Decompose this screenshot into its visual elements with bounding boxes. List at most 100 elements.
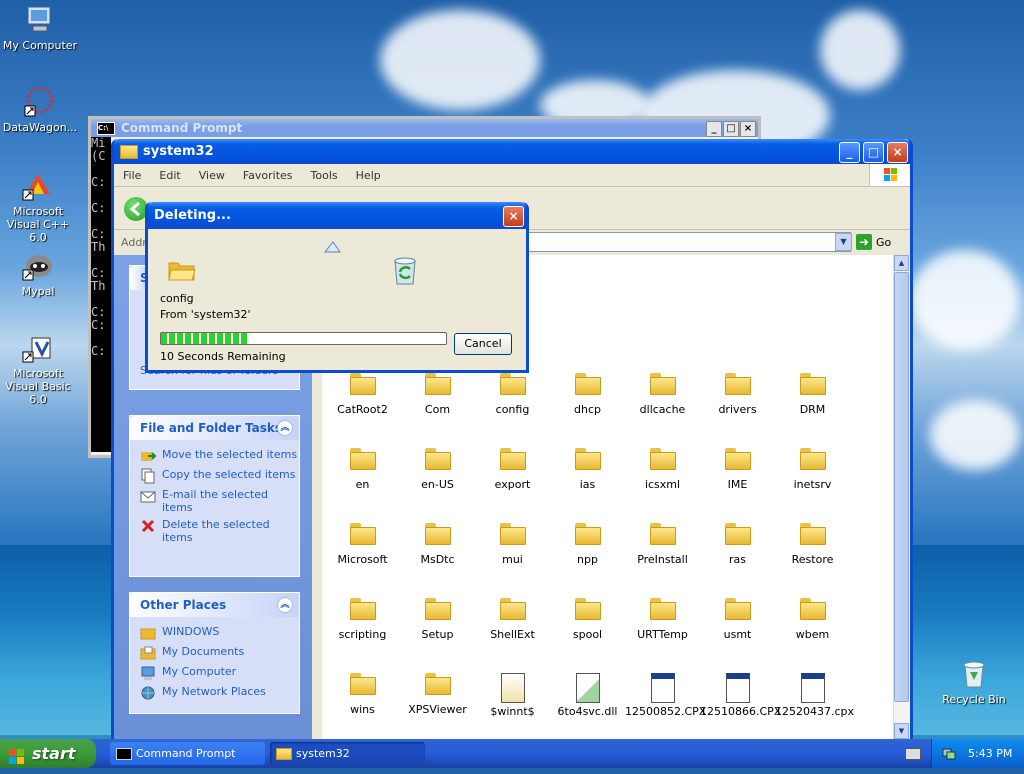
task-email[interactable]: E-mail the selected items <box>140 488 299 514</box>
file-label: usmt <box>723 628 752 641</box>
file-item[interactable]: wins <box>325 673 400 716</box>
deleting-dialog[interactable]: Deleting... × config From 'system32' 10 … <box>145 202 529 373</box>
panel-header[interactable]: Other Places ︽ <box>130 593 299 617</box>
file-item[interactable]: en-US <box>400 448 475 491</box>
file-item[interactable]: XPSViewer <box>400 673 475 716</box>
file-item[interactable]: mui <box>475 523 550 566</box>
scroll-down-button[interactable]: ▼ <box>894 723 909 739</box>
vertical-scrollbar[interactable]: ▲ ▼ <box>893 255 910 739</box>
folder-icon <box>424 523 451 545</box>
menu-item-file[interactable]: File <box>114 169 150 182</box>
place-my-network-places[interactable]: My Network Places <box>140 685 299 701</box>
folder-icon <box>499 523 526 545</box>
file-item[interactable]: 6to4svc.dll <box>550 673 625 718</box>
task-delete[interactable]: Delete the selected items <box>140 518 299 544</box>
file-item[interactable]: drivers <box>700 373 775 416</box>
file-item[interactable]: 12500852.CPX <box>625 673 706 718</box>
file-item[interactable]: export <box>475 448 550 491</box>
file-item[interactable]: spool <box>550 598 625 641</box>
file-item[interactable]: inetsrv <box>775 448 850 491</box>
file-item[interactable]: dhcp <box>550 373 625 416</box>
file-label: $winnt$ <box>490 705 535 718</box>
keyboard-icon[interactable] <box>905 748 921 760</box>
file-item[interactable]: npp <box>550 523 625 566</box>
address-dropdown-button[interactable]: ▼ <box>835 233 852 251</box>
desktop-icon-visual-cpp[interactable]: Microsoft Visual C++ 6.0 <box>0 170 78 244</box>
task-copy[interactable]: Copy the selected items <box>140 468 299 484</box>
file-item[interactable]: icsxml <box>625 448 700 491</box>
minimize-button[interactable]: _ <box>839 142 860 163</box>
desktop-icon-visual-basic[interactable]: Microsoft Visual Basic 6.0 <box>0 332 78 406</box>
minimize-button[interactable]: _ <box>706 121 722 137</box>
desktop-icon-mypal[interactable]: Mypal <box>0 250 78 298</box>
file-item[interactable]: 12510866.CPX <box>700 673 781 718</box>
file-label: scripting <box>338 628 387 641</box>
task-label: Move the selected items <box>162 448 298 461</box>
file-item[interactable]: scripting <box>325 598 400 641</box>
file-item[interactable]: Com <box>400 373 475 416</box>
close-button[interactable]: × <box>887 142 908 163</box>
taskbar-item-system32[interactable]: system32 <box>270 742 425 765</box>
collapse-chevron-icon[interactable]: ︽ <box>277 420 293 436</box>
address-input[interactable] <box>524 232 851 252</box>
file-item[interactable]: en <box>325 448 400 491</box>
file-item[interactable]: Microsoft <box>325 523 400 566</box>
panel-header[interactable]: File and Folder Tasks ︽ <box>130 416 299 440</box>
desktop-icon-my-computer[interactable]: My Computer <box>0 4 80 52</box>
file-label: Restore <box>791 553 834 566</box>
file-item[interactable]: CatRoot2 <box>325 373 400 416</box>
file-item[interactable]: URTTemp <box>625 598 700 641</box>
file-label: spool <box>572 628 603 641</box>
desktop-icon-label: Recycle Bin <box>942 693 1006 706</box>
desktop-icon-label: Microsoft Visual Basic 6.0 <box>5 367 71 406</box>
menu-item-edit[interactable]: Edit <box>150 169 189 182</box>
file-item[interactable]: Restore <box>775 523 850 566</box>
collapse-chevron-icon[interactable]: ︽ <box>277 597 293 613</box>
place-windows[interactable]: WINDOWS <box>140 625 299 641</box>
file-label: MsDtc <box>420 553 455 566</box>
task-move[interactable]: Move the selected items <box>140 448 299 464</box>
file-item[interactable]: MsDtc <box>400 523 475 566</box>
clock[interactable]: 5:43 PM <box>968 747 1012 760</box>
network-tray-icon[interactable] <box>942 746 956 760</box>
file-item[interactable]: PreInstall <box>625 523 700 566</box>
folder-icon <box>799 523 826 545</box>
file-item[interactable]: DRM <box>775 373 850 416</box>
copy-icon <box>140 468 156 484</box>
file-item[interactable]: Setup <box>400 598 475 641</box>
menu-item-help[interactable]: Help <box>347 169 390 182</box>
file-item[interactable]: 12520437.cpx <box>775 673 854 718</box>
folder-icon <box>140 625 156 641</box>
file-item[interactable]: IME <box>700 448 775 491</box>
command-prompt-titlebar[interactable]: C:\ Command Prompt _ □ × <box>91 119 758 137</box>
taskbar-item-command-prompt[interactable]: Command Prompt <box>110 742 265 765</box>
scroll-up-button[interactable]: ▲ <box>894 255 909 271</box>
menu-item-favorites[interactable]: Favorites <box>234 169 302 182</box>
cancel-button[interactable]: Cancel <box>454 333 512 355</box>
menu-item-tools[interactable]: Tools <box>302 169 347 182</box>
dialog-titlebar[interactable]: Deleting... × <box>148 202 526 229</box>
maximize-button[interactable]: □ <box>863 142 884 163</box>
desktop-icon-recycle-bin[interactable]: Recycle Bin <box>934 658 1014 706</box>
go-button[interactable]: ➜ Go <box>856 233 900 251</box>
explorer-titlebar[interactable]: system32 _ □ × <box>114 139 910 164</box>
start-button[interactable]: start <box>0 739 96 768</box>
file-label: Setup <box>421 628 454 641</box>
place-my-computer[interactable]: My Computer <box>140 665 299 681</box>
file-item[interactable]: usmt <box>700 598 775 641</box>
menu-item-view[interactable]: View <box>190 169 234 182</box>
desktop-icon-datawagon[interactable]: DataWagon... <box>0 86 80 134</box>
file-item[interactable]: $winnt$ <box>475 673 550 718</box>
file-item[interactable]: ras <box>700 523 775 566</box>
close-button[interactable]: × <box>503 206 524 227</box>
file-item[interactable]: wbem <box>775 598 850 641</box>
close-button[interactable]: × <box>740 121 756 137</box>
scroll-thumb[interactable] <box>894 272 909 702</box>
file-item[interactable]: config <box>475 373 550 416</box>
maximize-button[interactable]: □ <box>723 121 739 137</box>
place-my-documents[interactable]: My Documents <box>140 645 299 661</box>
console-output[interactable]: Mi (C C: C: C: Th C: Th C: C: C: <box>91 137 111 452</box>
file-item[interactable]: ias <box>550 448 625 491</box>
file-item[interactable]: dllcache <box>625 373 700 416</box>
file-item[interactable]: ShellExt <box>475 598 550 641</box>
